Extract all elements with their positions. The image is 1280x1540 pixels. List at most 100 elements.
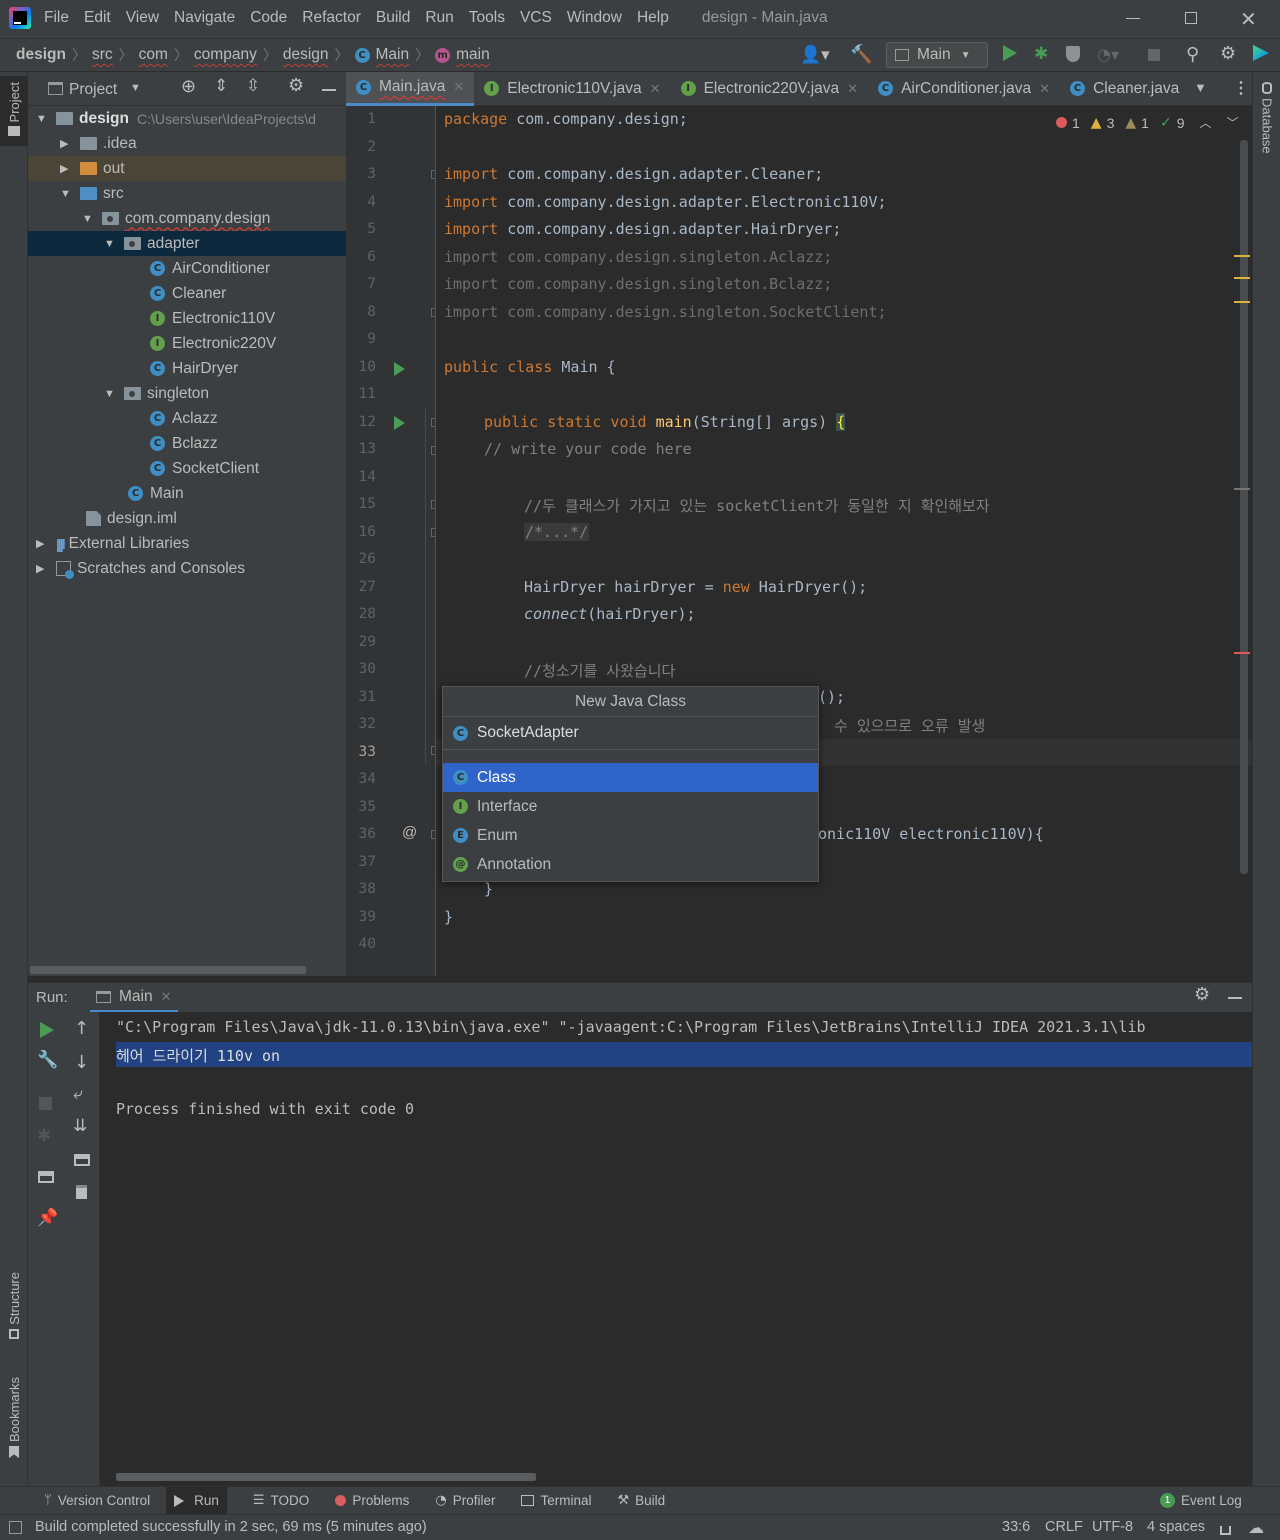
line-separator[interactable]: CRLF xyxy=(1045,1519,1083,1535)
tree-node-electronic220v[interactable]: I Electronic220V xyxy=(150,331,276,356)
tab-cleaner[interactable]: C Cleaner.java xyxy=(1060,72,1189,106)
tree-node-external-libraries[interactable]: ▶ |||l External Libraries xyxy=(36,531,189,556)
menu-view[interactable]: View xyxy=(126,9,159,27)
tool-run[interactable]: Run xyxy=(166,1487,227,1514)
file-encoding[interactable]: UTF-8 xyxy=(1092,1519,1133,1535)
build-hammer-icon[interactable]: 🔨 xyxy=(850,44,872,65)
kind-option-class[interactable]: C Class xyxy=(443,763,818,792)
tree-node-src[interactable]: ▼ src xyxy=(60,181,124,206)
tree-node-airconditioner[interactable]: C AirConditioner xyxy=(150,256,270,281)
gear-icon[interactable]: ⚙ xyxy=(288,75,304,96)
trash-icon[interactable] xyxy=(76,1185,87,1199)
previous-highlight-icon[interactable]: ︿ xyxy=(1199,114,1211,131)
close-window-button[interactable]: ✕ xyxy=(1240,7,1257,31)
minimize-button[interactable] xyxy=(1126,18,1140,19)
console-horizontal-scrollbar[interactable] xyxy=(116,1473,536,1481)
structure-tool-tab[interactable]: Structure xyxy=(0,1272,28,1362)
debug-icon[interactable]: ✱ xyxy=(1034,44,1048,64)
tool-build[interactable]: ⚒ Build xyxy=(617,1493,665,1508)
tool-todo[interactable]: ☰ TODO xyxy=(253,1493,309,1508)
breadcrumb-main-method[interactable]: main xyxy=(456,46,490,64)
stop-icon[interactable] xyxy=(39,1097,52,1110)
status-message[interactable]: Build completed successfully in 2 sec, 6… xyxy=(35,1519,427,1535)
tree-node-singleton[interactable]: ▼ singleton xyxy=(104,381,209,406)
tree-node-socketclient[interactable]: C SocketClient xyxy=(150,456,259,481)
tool-event-log[interactable]: 1 Event Log xyxy=(1160,1493,1242,1508)
chevron-down-icon[interactable]: ▼ xyxy=(130,82,141,94)
coverage-icon[interactable] xyxy=(1066,46,1080,62)
tab-main-java[interactable]: C Main.java ✕ xyxy=(346,71,475,106)
add-user-icon[interactable]: 👤▾ xyxy=(800,45,830,65)
info-marker[interactable] xyxy=(1234,488,1250,490)
tree-node-design-iml[interactable]: design.iml xyxy=(86,506,177,531)
kind-option-annotation[interactable]: @ Annotation xyxy=(443,850,818,879)
tree-node-hairdryer[interactable]: C HairDryer xyxy=(150,356,238,381)
code-with-me-icon[interactable] xyxy=(1253,45,1269,61)
warning-marker[interactable] xyxy=(1234,255,1250,257)
kind-option-interface[interactable]: I Interface xyxy=(443,792,818,821)
breadcrumb-company[interactable]: company xyxy=(194,46,257,64)
chevron-down-icon[interactable]: ▼ xyxy=(104,388,116,400)
debug-stop-icon[interactable]: ✱ xyxy=(37,1126,51,1146)
edit-config-wrench-icon[interactable]: 🔧 xyxy=(37,1050,58,1070)
chevron-down-icon[interactable]: ▼ xyxy=(36,113,48,125)
error-marker[interactable] xyxy=(1234,652,1250,654)
soft-wrap-icon[interactable]: ⤶ xyxy=(73,1084,83,1104)
settings-gear-icon[interactable]: ⚙ xyxy=(1220,43,1236,64)
tab-electronic220v[interactable]: I Electronic220V.java ✕ xyxy=(671,72,868,106)
menu-window[interactable]: Window xyxy=(567,9,622,27)
folded-comment[interactable]: /*...*/ xyxy=(524,523,590,541)
tree-node-aclazz[interactable]: C Aclazz xyxy=(150,406,218,431)
pin-tab-icon[interactable]: 📌 xyxy=(37,1208,58,1228)
tree-node-out[interactable]: ▶ out xyxy=(28,156,346,181)
tool-problems[interactable]: Problems xyxy=(335,1493,409,1508)
project-panel-title[interactable]: Project xyxy=(69,81,117,99)
close-icon[interactable]: ✕ xyxy=(847,81,858,97)
tree-node-idea[interactable]: ▶ .idea xyxy=(60,131,137,156)
run-class-icon[interactable] xyxy=(394,362,405,376)
gear-icon[interactable]: ⚙ xyxy=(1194,984,1210,1005)
tree-node-scratches[interactable]: ▶ Scratches and Consoles xyxy=(36,556,245,581)
more-options-icon[interactable]: ⋮ xyxy=(1233,78,1249,98)
database-tool-tab[interactable]: Database xyxy=(1253,82,1280,172)
tabs-overflow-chevron-icon[interactable]: ▼ xyxy=(1194,80,1207,95)
status-toggle-icon[interactable] xyxy=(9,1521,22,1534)
chevron-right-icon[interactable]: ▶ xyxy=(36,562,48,575)
warning-marker[interactable] xyxy=(1234,277,1250,279)
bookmarks-tool-tab[interactable]: Bookmarks xyxy=(0,1377,28,1472)
menu-build[interactable]: Build xyxy=(376,9,410,27)
menu-refactor[interactable]: Refactor xyxy=(302,9,361,27)
inspection-widget[interactable]: 1 ▲ 3 ▲ 1 ✓ 9 ︿ ﹀ xyxy=(1056,114,1239,131)
down-arrow-icon[interactable]: ↓ xyxy=(74,1052,89,1073)
breadcrumb-src[interactable]: src xyxy=(92,46,113,64)
profile-icon[interactable]: ◔▾ xyxy=(1097,45,1119,64)
close-icon[interactable]: ✕ xyxy=(650,81,661,97)
tree-node-adapter[interactable]: ▼ adapter xyxy=(28,231,346,256)
breadcrumb-design[interactable]: design xyxy=(283,46,329,64)
breadcrumb-main-class[interactable]: Main xyxy=(376,46,410,64)
tree-node-bclazz[interactable]: C Bclazz xyxy=(150,431,218,456)
menu-code[interactable]: Code xyxy=(250,9,287,27)
run-console[interactable]: "C:\Program Files\Java\jdk-11.0.13\bin\j… xyxy=(100,1012,1252,1486)
tab-airconditioner[interactable]: C AirConditioner.java ✕ xyxy=(868,72,1060,106)
unlock-icon[interactable] xyxy=(1220,1526,1231,1535)
notifications-icon[interactable]: ☁ xyxy=(1248,1518,1264,1537)
tree-node-electronic110v[interactable]: I Electronic110V xyxy=(150,306,275,331)
run-config-selector[interactable]: Main ▼ xyxy=(886,42,988,68)
chevron-down-icon[interactable]: ▼ xyxy=(60,188,72,200)
chevron-right-icon[interactable]: ▶ xyxy=(36,537,48,550)
up-arrow-icon[interactable]: ↑ xyxy=(74,1018,89,1039)
menu-navigate[interactable]: Navigate xyxy=(174,9,235,27)
search-everywhere-icon[interactable]: ⚲ xyxy=(1186,44,1199,65)
print-icon[interactable] xyxy=(74,1154,90,1166)
chevron-right-icon[interactable]: ▶ xyxy=(60,137,72,150)
tree-node-cleaner[interactable]: C Cleaner xyxy=(150,281,226,306)
tool-profiler[interactable]: ◔ Profiler xyxy=(435,1493,495,1508)
warning-marker[interactable] xyxy=(1234,301,1250,303)
tree-node-package[interactable]: ▼ com.company.design xyxy=(82,206,270,231)
tab-electronic110v[interactable]: I Electronic110V.java ✕ xyxy=(474,72,670,106)
class-name-input[interactable]: C SocketAdapter xyxy=(443,717,818,750)
scroll-thumb[interactable] xyxy=(1240,140,1248,874)
menu-tools[interactable]: Tools xyxy=(469,9,505,27)
run-icon[interactable] xyxy=(1003,45,1017,61)
